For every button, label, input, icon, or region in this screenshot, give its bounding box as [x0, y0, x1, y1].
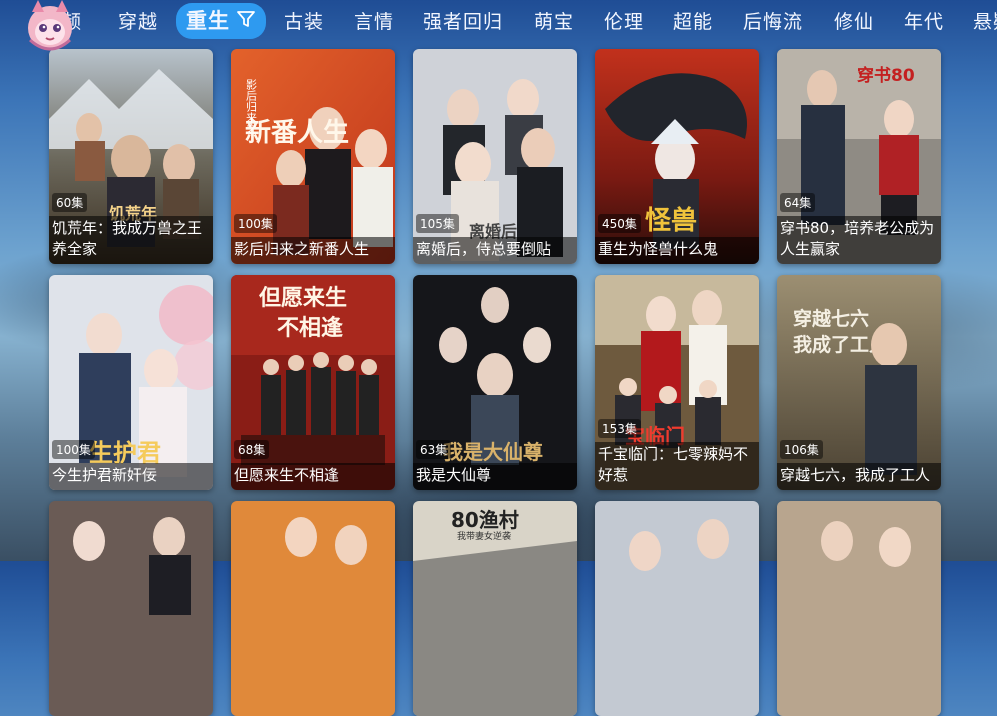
drama-title: 但愿来生不相逢 [231, 463, 395, 490]
poster-image [595, 501, 759, 716]
episode-badge: 100集 [234, 214, 277, 233]
drama-card[interactable] [777, 501, 941, 716]
tab-2-label: 重生 [186, 9, 230, 33]
drama-card[interactable]: 但愿来生 不相逢 68集 但愿来生不相逢 [231, 275, 395, 490]
tab-6[interactable]: 萌宝 [534, 8, 574, 36]
drama-title: 今生护君新奸佞 [49, 463, 213, 490]
drama-card[interactable]: 穿越七六 我成了工人 106集 穿越七六，我成了工人 [777, 275, 941, 490]
poster-text: 怪兽 [645, 205, 697, 236]
episode-badge: 153集 [598, 419, 641, 438]
episode-badge: 100集 [52, 440, 95, 459]
poster-image: 80渔村 我带妻女逆袭 [413, 501, 577, 716]
poster-text: 穿书80 [857, 65, 915, 86]
poster-text: 80渔村 [451, 508, 519, 532]
episode-badge: 64集 [780, 193, 816, 212]
drama-card[interactable]: 我是大仙尊 63集 我是大仙尊 [413, 275, 577, 490]
poster-subtext: 影后归来之 [245, 79, 258, 134]
drama-card[interactable]: 新番人生 影后归来之 100集 影后归来之新番人生 [231, 49, 395, 264]
drama-card[interactable] [595, 501, 759, 716]
tab-12[interactable]: 悬疑 [973, 8, 997, 36]
drama-card[interactable] [231, 501, 395, 716]
tab-11[interactable]: 年代 [904, 8, 944, 36]
cartoon-avatar-icon[interactable] [24, 0, 76, 54]
drama-card[interactable]: 宝临门 153集 千宝临门：七零辣妈不好惹 [595, 275, 759, 490]
poster-text: 新番人生 [245, 117, 349, 148]
poster-text: 不相逢 [277, 315, 343, 341]
poster-image [231, 501, 395, 716]
poster-text: 但愿来生 [259, 286, 347, 311]
episode-badge: 63集 [416, 440, 452, 459]
drama-card[interactable] [49, 501, 213, 716]
tab-2-active[interactable]: 重生 [176, 3, 266, 39]
drama-title: 离婚后，侍总要倒贴 [413, 237, 577, 264]
drama-card[interactable]: 80渔村 我带妻女逆袭 [413, 501, 577, 716]
poster-image [777, 501, 941, 716]
drama-title: 穿越七六，我成了工人 [777, 463, 941, 490]
episode-badge: 68集 [234, 440, 270, 459]
drama-card[interactable]: 饥荒年 60集 饥荒年：我成万兽之王养全家 [49, 49, 213, 264]
poster-image [49, 501, 213, 716]
category-nav: 频 穿越 重生 古装 言情 强者回归 萌宝 伦理 超能 后悔流 修仙 年代 悬疑 [0, 0, 997, 51]
episode-badge: 106集 [780, 440, 823, 459]
tab-4[interactable]: 言情 [354, 8, 394, 36]
tab-10[interactable]: 修仙 [834, 8, 874, 36]
poster-text: 穿越七六 [793, 307, 869, 330]
drama-title: 穿书80，培养老公成为人生赢家 [777, 216, 941, 264]
tab-5[interactable]: 强者回归 [423, 8, 503, 36]
drama-card[interactable]: 离婚后 105集 离婚后，侍总要倒贴 [413, 49, 577, 264]
poster-text: 我是大仙尊 [443, 440, 543, 464]
drama-title: 影后归来之新番人生 [231, 237, 395, 264]
drama-card[interactable]: 怪兽 450集 重生为怪兽什么鬼 [595, 49, 759, 264]
tab-9[interactable]: 后悔流 [743, 8, 803, 36]
drama-title: 重生为怪兽什么鬼 [595, 237, 759, 264]
drama-title: 我是大仙尊 [413, 463, 577, 490]
filter-icon[interactable] [236, 4, 256, 40]
drama-title: 饥荒年：我成万兽之王养全家 [49, 216, 213, 264]
drama-card[interactable]: 穿书80 64集 穿书80，培养老公成为人生赢家 [777, 49, 941, 264]
poster-subtext: 我带妻女逆袭 [457, 530, 511, 542]
tab-8[interactable]: 超能 [673, 8, 713, 36]
episode-badge: 60集 [52, 193, 88, 212]
drama-card[interactable]: 生护君 100集 今生护君新奸佞 [49, 275, 213, 490]
tab-3[interactable]: 古装 [284, 8, 324, 36]
episode-badge: 105集 [416, 214, 459, 233]
tab-1[interactable]: 穿越 [118, 8, 158, 36]
tab-7[interactable]: 伦理 [604, 8, 644, 36]
drama-title: 千宝临门：七零辣妈不好惹 [595, 442, 759, 490]
episode-badge: 450集 [598, 214, 641, 233]
